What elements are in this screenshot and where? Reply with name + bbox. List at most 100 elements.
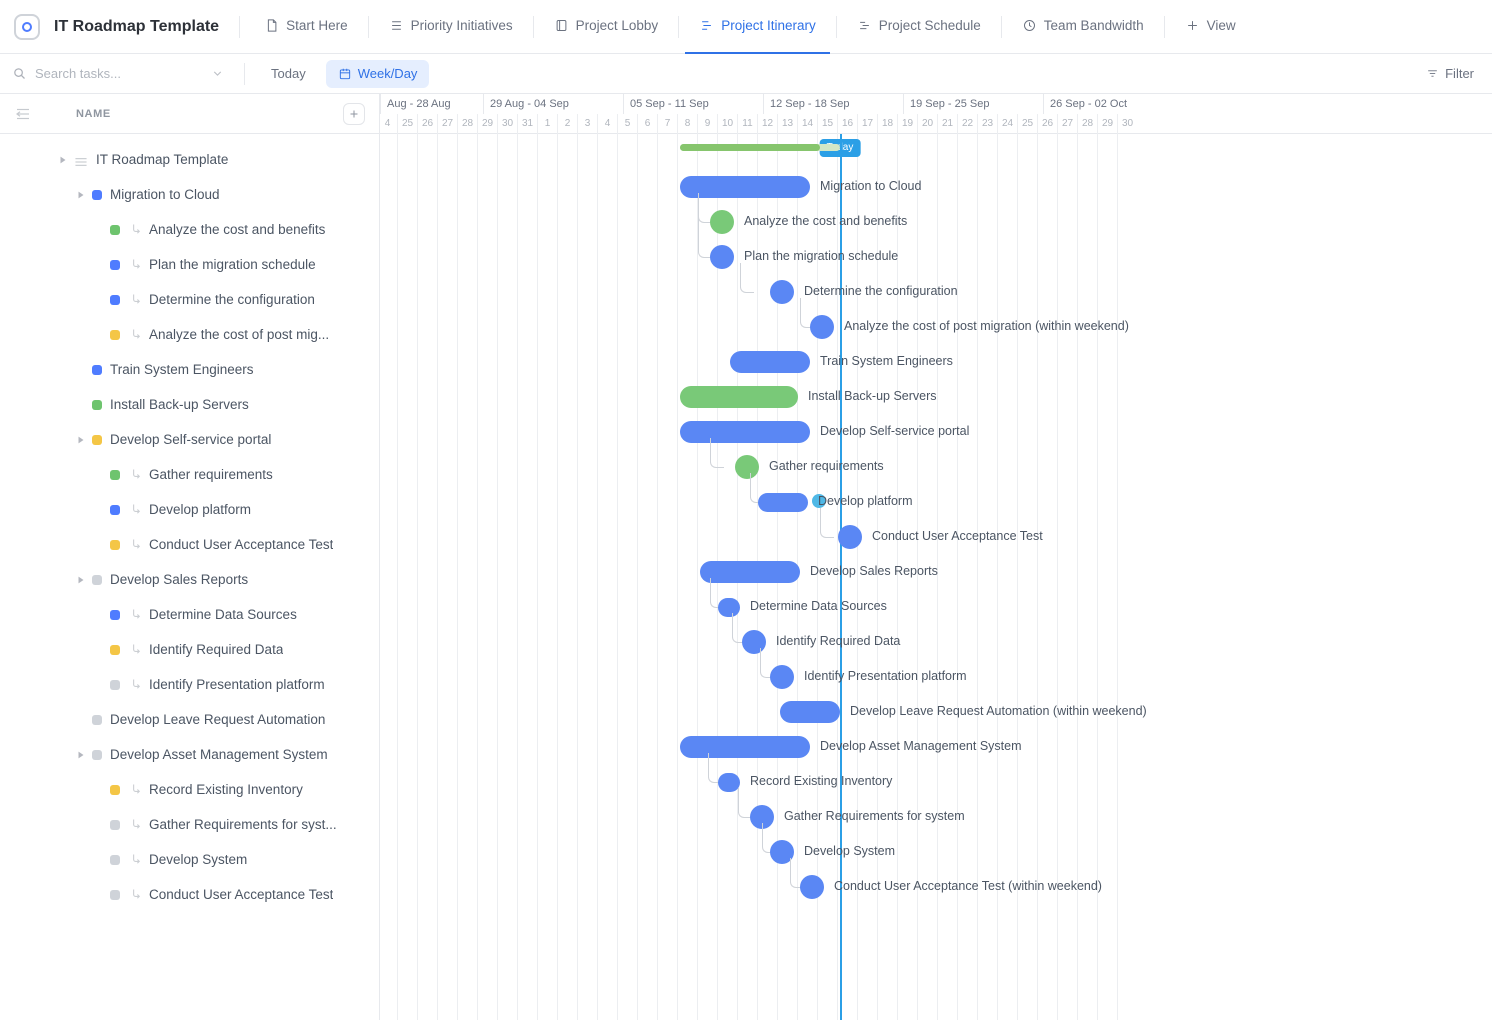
add-column-button[interactable] xyxy=(343,103,365,125)
task-row[interactable]: Develop Leave Request Automation xyxy=(0,702,379,737)
task-row[interactable]: Install Back-up Servers xyxy=(0,387,379,422)
day-label: 23 xyxy=(977,114,997,134)
status-chip xyxy=(92,365,102,375)
task-row[interactable]: Train System Engineers xyxy=(0,352,379,387)
tab-label: View xyxy=(1207,18,1236,33)
task-list-pane: NAME IT Roadmap TemplateMigration to Clo… xyxy=(0,94,380,1020)
task-row[interactable]: Develop Asset Management System xyxy=(0,737,379,772)
task-label: Develop System xyxy=(149,852,247,867)
task-label: Identify Required Data xyxy=(149,642,283,657)
day-label: 27 xyxy=(1057,114,1077,134)
timeframe-pill[interactable]: Week/Day xyxy=(326,60,430,88)
task-row[interactable]: Develop Self-service portal xyxy=(0,422,379,457)
collapse-icon[interactable] xyxy=(14,106,32,122)
caret-icon[interactable] xyxy=(76,750,86,760)
subtask-icon xyxy=(128,782,143,797)
task-row[interactable]: Identify Required Data xyxy=(0,632,379,667)
tab-add-view[interactable]: View xyxy=(1171,0,1250,54)
status-chip xyxy=(110,330,120,340)
task-row[interactable]: Develop Sales Reports xyxy=(0,562,379,597)
gantt-bar[interactable] xyxy=(680,421,810,443)
today-button[interactable]: Today xyxy=(261,60,316,88)
gantt-milestone[interactable] xyxy=(710,210,734,234)
page-title: IT Roadmap Template xyxy=(54,18,219,36)
status-chip xyxy=(92,400,102,410)
gantt-milestone[interactable] xyxy=(800,875,824,899)
task-row[interactable]: Develop System xyxy=(0,842,379,877)
task-row[interactable]: Determine Data Sources xyxy=(0,597,379,632)
task-row[interactable]: Determine the configuration xyxy=(0,282,379,317)
day-label: 26 xyxy=(417,114,437,134)
gantt-row: Conduct User Acceptance Test (within wee… xyxy=(380,870,1492,905)
tab-start-here[interactable]: Start Here xyxy=(250,0,362,54)
gantt-bar[interactable] xyxy=(780,701,840,723)
day-label: 28 xyxy=(457,114,477,134)
tab-priority-initiatives[interactable]: Priority Initiatives xyxy=(375,0,527,54)
task-row[interactable]: Analyze the cost and benefits xyxy=(0,212,379,247)
gantt-row: Identify Presentation platform xyxy=(380,660,1492,695)
task-row[interactable]: Analyze the cost of post mig... xyxy=(0,317,379,352)
tab-label: Priority Initiatives xyxy=(411,18,513,33)
gantt-milestone[interactable] xyxy=(710,245,734,269)
tab-project-lobby[interactable]: Project Lobby xyxy=(540,0,673,54)
search-box[interactable] xyxy=(8,66,228,81)
day-label: 17 xyxy=(857,114,877,134)
tab-label: Project Lobby xyxy=(576,18,659,33)
gantt-bar[interactable] xyxy=(718,773,740,792)
task-label: Record Existing Inventory xyxy=(149,782,303,797)
gantt-milestone[interactable] xyxy=(770,280,794,304)
workspace-logo[interactable] xyxy=(14,14,40,40)
gantt-milestone[interactable] xyxy=(810,315,834,339)
status-chip xyxy=(110,855,120,865)
task-row[interactable]: Plan the migration schedule xyxy=(0,247,379,282)
task-label: Identify Presentation platform xyxy=(149,677,325,692)
caret-icon[interactable] xyxy=(76,435,86,445)
status-chip xyxy=(92,750,102,760)
day-label: 13 xyxy=(777,114,797,134)
day-label: 30 xyxy=(497,114,517,134)
view-tabs: Start Here Priority Initiatives Project Lo… xyxy=(250,0,1250,54)
caret-icon[interactable] xyxy=(58,155,68,165)
search-input[interactable] xyxy=(35,66,185,81)
task-row[interactable]: Gather requirements xyxy=(0,457,379,492)
day-label: 29 xyxy=(1097,114,1117,134)
gantt-bar-label: Plan the migration schedule xyxy=(744,249,898,263)
gantt-bar-label: Develop Sales Reports xyxy=(810,564,938,578)
gantt-bar[interactable] xyxy=(730,351,810,373)
gantt-milestone[interactable] xyxy=(770,665,794,689)
tab-team-bandwidth[interactable]: Team Bandwidth xyxy=(1008,0,1158,54)
gantt-body[interactable]: TodayMigration to CloudAnalyze the cost … xyxy=(380,134,1492,1020)
task-row[interactable]: IT Roadmap Template xyxy=(0,142,379,177)
task-row[interactable]: Migration to Cloud xyxy=(0,177,379,212)
gantt-bar[interactable] xyxy=(680,736,810,758)
task-row[interactable]: Conduct User Acceptance Test xyxy=(0,877,379,912)
task-row[interactable]: Record Existing Inventory xyxy=(0,772,379,807)
day-label: 19 xyxy=(897,114,917,134)
gantt-bar[interactable] xyxy=(758,493,808,512)
gantt-row: Train System Engineers xyxy=(380,345,1492,380)
app-header: IT Roadmap Template Start Here Priority I… xyxy=(0,0,1492,54)
tab-project-itinerary[interactable]: Project Itinerary xyxy=(685,0,830,54)
subtask-icon xyxy=(128,537,143,552)
gantt-bar-label: Develop System xyxy=(804,844,895,858)
task-row[interactable]: Identify Presentation platform xyxy=(0,667,379,702)
status-chip xyxy=(110,785,120,795)
day-label: 26 xyxy=(1037,114,1057,134)
day-label: 5 xyxy=(617,114,637,134)
gantt-bar[interactable] xyxy=(680,386,798,408)
task-row[interactable]: Gather Requirements for syst... xyxy=(0,807,379,842)
caret-icon[interactable] xyxy=(76,575,86,585)
gantt-row: Develop System xyxy=(380,835,1492,870)
day-label: 22 xyxy=(957,114,977,134)
gantt-bar-label: Determine the configuration xyxy=(804,284,958,298)
caret-icon[interactable] xyxy=(76,190,86,200)
tab-project-schedule[interactable]: Project Schedule xyxy=(843,0,995,54)
calendar-icon xyxy=(338,67,352,81)
filter-button[interactable]: Filter xyxy=(1416,66,1484,81)
task-row[interactable]: Conduct User Acceptance Test xyxy=(0,527,379,562)
gantt-row: Analyze the cost and benefits xyxy=(380,205,1492,240)
dependency-connector xyxy=(698,193,712,258)
status-chip xyxy=(92,715,102,725)
gantt-milestone[interactable] xyxy=(838,525,862,549)
task-row[interactable]: Develop platform xyxy=(0,492,379,527)
